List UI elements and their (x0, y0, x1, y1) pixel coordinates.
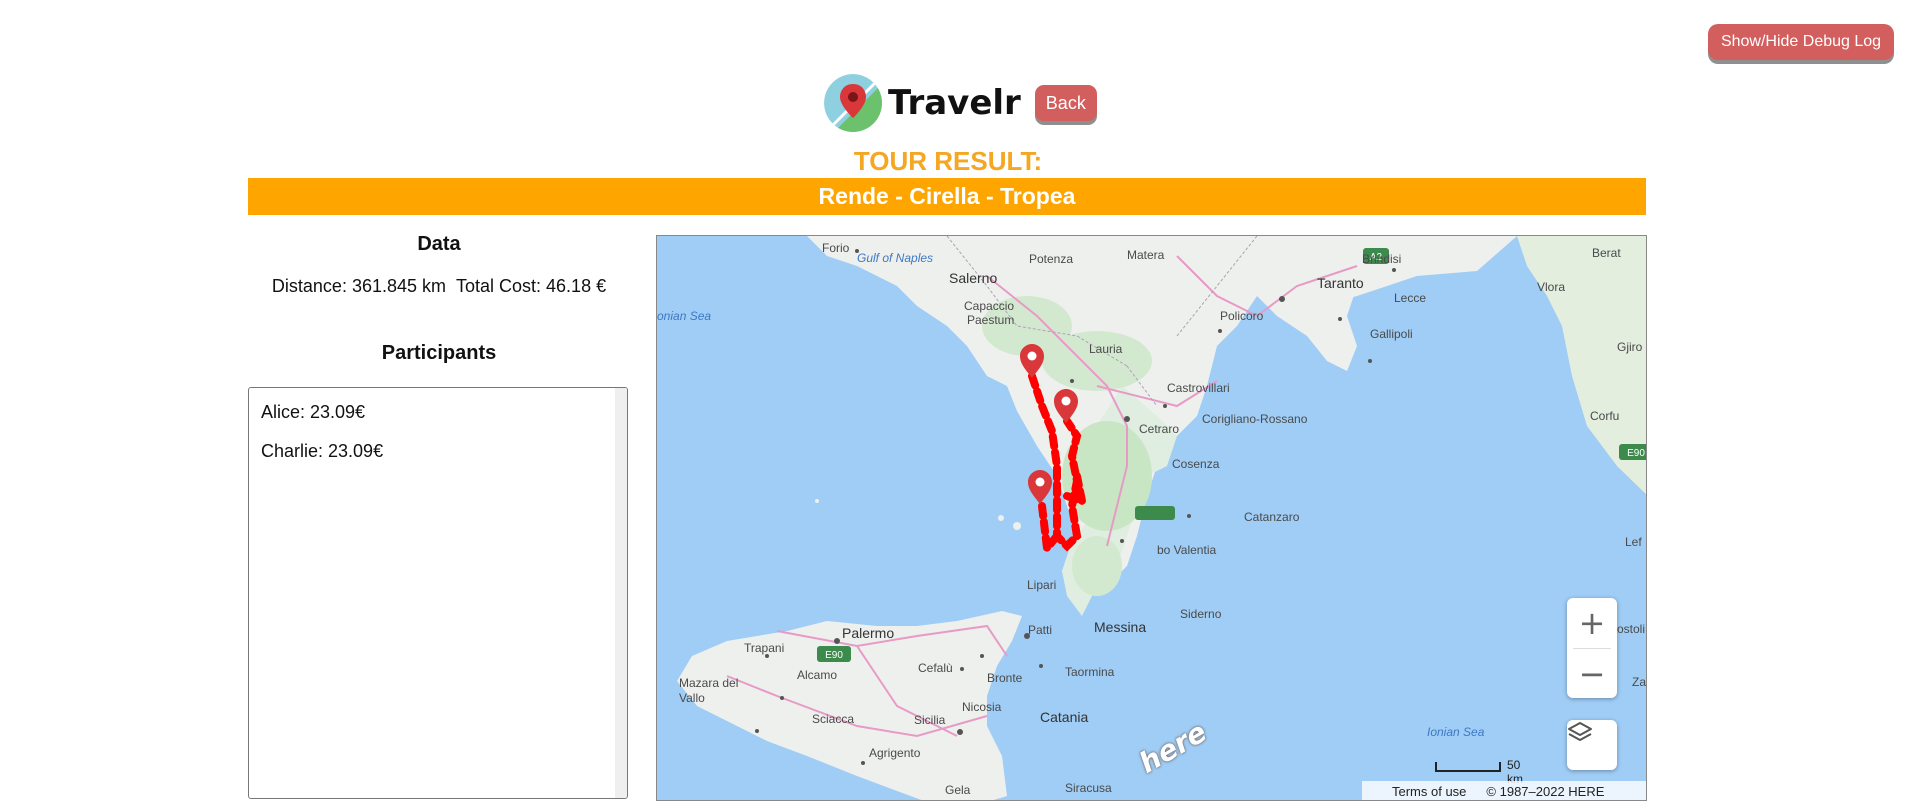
map-label: Taormina (1065, 665, 1115, 679)
map-label: Lecce (1394, 291, 1426, 305)
data-heading: Data (417, 233, 461, 255)
zoom-out-button[interactable]: − (1567, 649, 1617, 699)
map-label: Cetraro (1139, 422, 1179, 436)
map-label: Patti (1028, 623, 1052, 637)
map-label: Cefalù (918, 661, 953, 675)
map-label: Palermo (842, 625, 894, 641)
map-label: Brindisi (1362, 252, 1401, 266)
map-label: Paestum (967, 313, 1014, 327)
map-label: Capaccio (964, 299, 1014, 313)
brand-header: Travelr Back (824, 74, 1097, 132)
map-label: Lauria (1089, 342, 1123, 356)
participants-heading: Participants (381, 342, 497, 364)
map-label: Gela (945, 783, 971, 797)
zoom-in-button[interactable]: + (1567, 598, 1617, 648)
map-label: Policoro (1220, 309, 1264, 323)
map-label: Nicosia (962, 700, 1002, 714)
layers-icon (1568, 722, 1592, 741)
map-label: Potenza (1029, 252, 1073, 266)
map-scale: 50 km (1431, 756, 1531, 786)
map-label: Trapani (744, 641, 784, 655)
map-label: Za (1632, 675, 1646, 689)
map-label: Sciacca (812, 712, 854, 726)
map-label: Forio (822, 241, 850, 255)
scale-bar (1435, 762, 1501, 772)
map-label: bo Valentia (1157, 543, 1216, 557)
list-item: Alice: 23.09€ (261, 402, 366, 422)
svg-text:E90: E90 (825, 650, 843, 661)
map-label: Ionian Sea (1427, 725, 1485, 739)
map-label: Matera (1127, 248, 1165, 262)
map-attribution: Terms of use © 1987–2022 HERE (1362, 781, 1646, 800)
copyright-text: © 1987–2022 HERE (1486, 784, 1605, 799)
terms-of-use-link[interactable]: Terms of use (1392, 784, 1466, 799)
map-label: Gulf of Naples (857, 251, 933, 265)
map-label: Cosenza (1172, 457, 1220, 471)
map-label: Taranto (1317, 275, 1364, 291)
aspromonte-park (1072, 536, 1122, 596)
shield-e90-icon: E90 (817, 646, 851, 662)
map-label: Messina (1094, 619, 1146, 635)
island-ustica (815, 499, 819, 503)
map-label: Salerno (949, 270, 997, 286)
map-label: Vallo (679, 691, 705, 705)
map-label: onian Sea (657, 309, 711, 323)
participants-list[interactable]: Alice: 23.09€ Charlie: 23.09€ (248, 387, 628, 799)
map-label: Siracusa (1065, 781, 1112, 795)
distance-value: Distance: 361.845 km (271, 276, 446, 296)
map-label: Catanzaro (1244, 510, 1300, 524)
map-canvas[interactable]: A2 E90 E90 Forio Gulf of Naples Potenza … (657, 236, 1647, 801)
list-item: Charlie: 23.09€ (261, 441, 384, 461)
zoom-controls: + − (1567, 598, 1617, 698)
app-name: Travelr (888, 83, 1021, 123)
map-label: Vlora (1537, 280, 1565, 294)
scrollbar[interactable] (615, 388, 627, 798)
map-label: Corigliano-Rossano (1202, 412, 1308, 426)
map-label: Gallipoli (1370, 327, 1413, 341)
svg-text:E90: E90 (1627, 448, 1645, 459)
route-map[interactable]: A2 E90 E90 Forio Gulf of Naples Potenza … (656, 235, 1647, 801)
route-title-bar: Rende - Cirella - Tropea (248, 178, 1646, 215)
debug-log-toggle-button[interactable]: Show/Hide Debug Log (1708, 24, 1894, 60)
map-label: Castrovillari (1167, 381, 1230, 395)
map-label: Lipari (1027, 578, 1056, 592)
map-label: Sicilia (914, 713, 946, 727)
highway-shield-icon (1135, 506, 1175, 520)
map-label: Siderno (1180, 607, 1222, 621)
map-label: Agrigento (869, 746, 921, 760)
map-label: Catania (1040, 709, 1088, 725)
map-label: Lef (1625, 535, 1642, 549)
back-button[interactable]: Back (1034, 85, 1097, 121)
tour-stats: Distance: 361.845 km Total Cost: 46.18 € (248, 276, 630, 297)
island-salina (998, 515, 1004, 521)
map-label: ostoli (1617, 622, 1645, 636)
travelr-logo-icon (824, 74, 882, 132)
map-label: Bronte (987, 671, 1023, 685)
map-label: Alcamo (797, 668, 837, 682)
total-cost-value: Total Cost: 46.18 € (456, 276, 607, 296)
tour-result-heading: TOUR RESULT: (853, 146, 1043, 176)
map-label: Gjiro (1617, 340, 1643, 354)
island-lipari (1013, 522, 1021, 530)
shield-e90-icon: E90 (1619, 444, 1646, 460)
map-label: Corfu (1590, 409, 1619, 423)
map-label: Berat (1592, 246, 1621, 260)
layers-button[interactable] (1567, 720, 1617, 770)
map-label: Mazara del (679, 676, 738, 690)
